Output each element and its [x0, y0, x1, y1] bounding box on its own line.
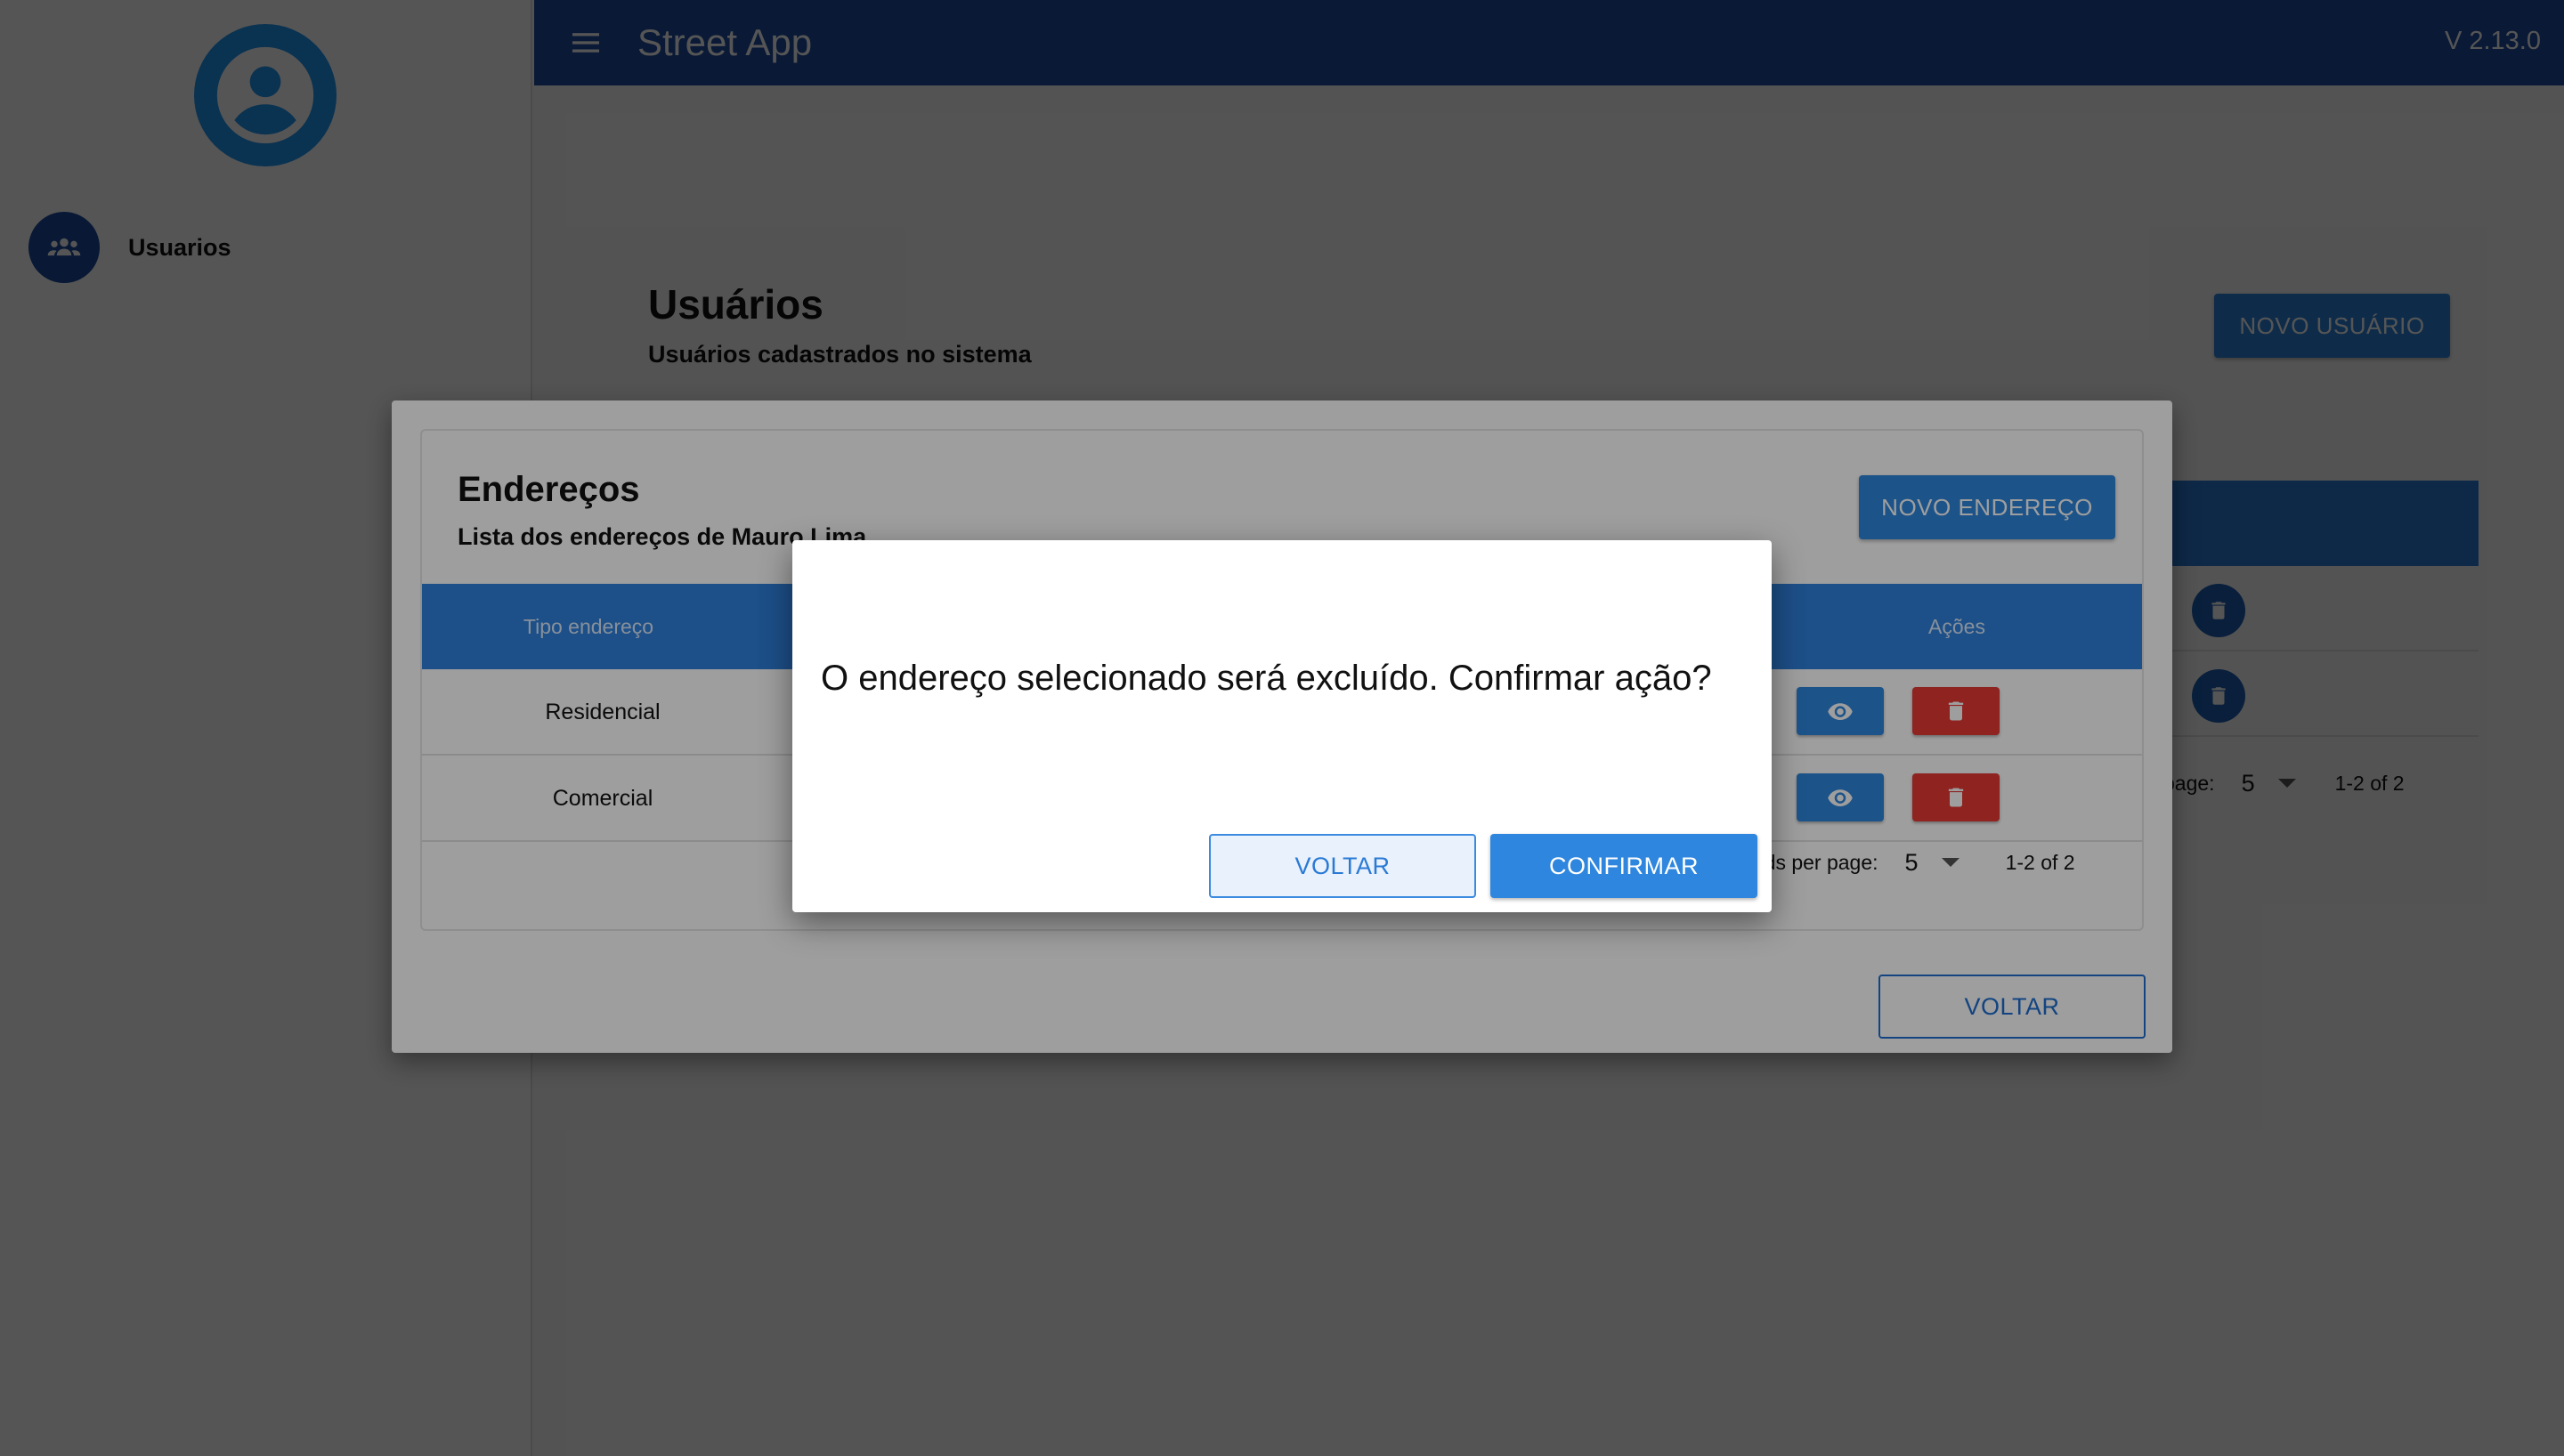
- cancel-button[interactable]: VOLTAR: [1209, 834, 1476, 898]
- confirm-dialog: O endereço selecionado será excluído. Co…: [792, 540, 1772, 912]
- confirm-message: O endereço selecionado será excluído. Co…: [821, 659, 1712, 698]
- confirm-button[interactable]: CONFIRMAR: [1490, 834, 1757, 898]
